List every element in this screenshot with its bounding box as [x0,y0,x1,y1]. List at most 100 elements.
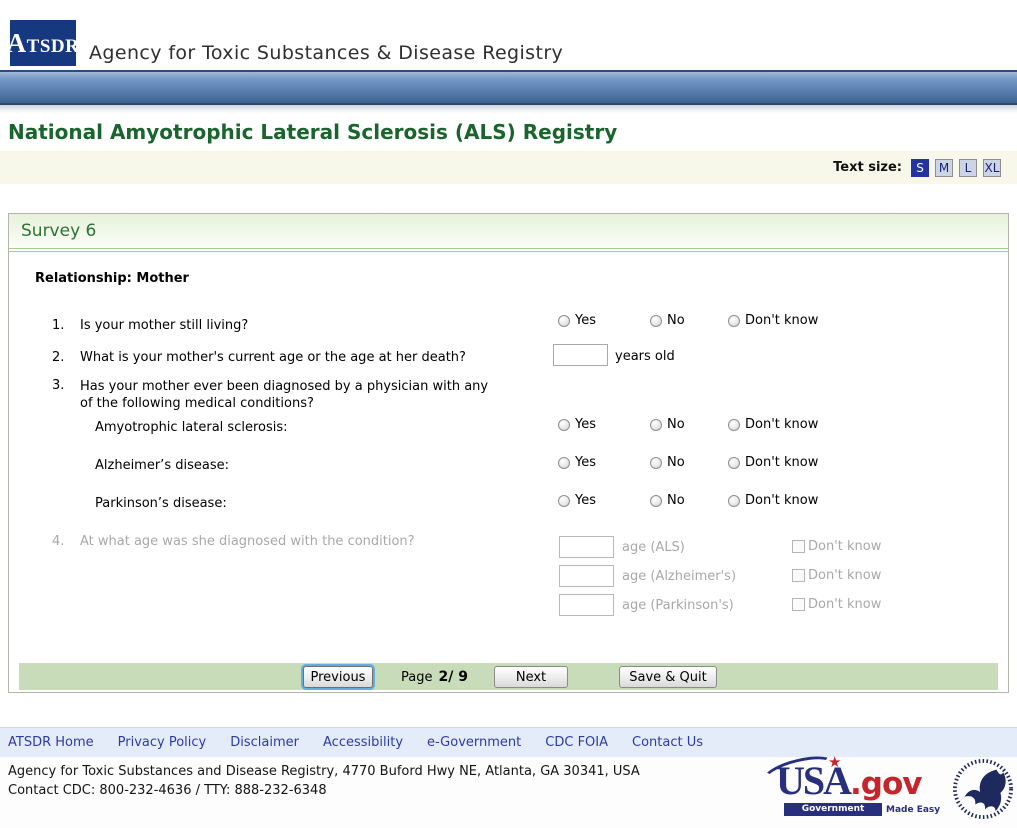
condition-parkinsons-label: Parkinson’s disease: [95,496,227,511]
text-size-xlarge-button[interactable]: XL [983,158,1001,177]
alzheimers-option-no[interactable]: No [650,455,685,470]
atsdr-logo-text: ATSDR [6,27,80,58]
relationship-label: Relationship: Mother [35,271,189,286]
usagov-gov-text: .gov [850,766,922,802]
radio-label: Yes [575,455,596,470]
title-row: National Amyotrophic Lateral Sclerosis (… [0,113,1017,151]
footer-links-bar: ATSDR Home Privacy Policy Disclaimer Acc… [0,727,1017,757]
checkbox-icon [792,598,805,611]
checkbox-label: Don't know [808,597,882,612]
condition-alzheimers-label: Alzheimer’s disease: [95,458,229,473]
question-1-text: Is your mother still living? [80,318,249,333]
age-parkinsons-row: age (Parkinson's) Don't know [9,594,1008,620]
age-als-row: age (ALS) Don't know [9,536,1008,562]
text-size-large-button[interactable]: L [959,158,977,177]
survey-header: Survey 6 [9,214,1008,248]
usagov-tagline-government: Government [784,803,882,816]
checkbox-icon [792,540,805,553]
q1-option-no[interactable]: No [650,313,685,328]
question-1-row: 1. Is your mother still living? Yes No D… [9,312,1008,338]
radio-label: Don't know [745,313,819,328]
als-dont-know-checkbox: Don't know [792,539,881,554]
question-2-row: 2. What is your mother's current age or … [9,344,1008,370]
radio-label: No [667,455,685,470]
page-indicator: Page 2/ 9 [401,669,468,685]
radio-icon[interactable] [650,418,662,431]
als-option-no[interactable]: No [650,417,685,432]
usagov-usa-text: USA [776,758,852,803]
survey-heading: Survey 6 [21,221,97,241]
page: ATSDR Agency for Toxic Substances & Dise… [0,0,1017,828]
als-option-yes[interactable]: Yes [558,417,596,432]
page-label: Page [401,670,433,685]
footer-info: Agency for Toxic Substances and Disease … [0,750,1017,828]
age-alzheimers-label: age (Alzheimer's) [622,569,737,584]
radio-label: Don't know [745,455,819,470]
radio-icon[interactable] [650,494,662,507]
checkbox-label: Don't know [808,568,882,583]
als-option-dont-know[interactable]: Don't know [728,417,818,432]
footer-link-contact-us[interactable]: Contact Us [632,735,703,750]
radio-icon[interactable] [650,456,662,469]
alzheimers-option-yes[interactable]: Yes [558,455,596,470]
age-parkinsons-input [559,594,614,616]
radio-label: No [667,417,685,432]
alzheimers-option-dont-know[interactable]: Don't know [728,455,818,470]
years-old-label: years old [615,349,675,364]
radio-label: Yes [575,313,596,328]
radio-icon[interactable] [728,418,740,431]
parkinsons-option-yes[interactable]: Yes [558,493,596,508]
save-quit-button[interactable]: Save & Quit [619,666,717,688]
radio-icon[interactable] [558,314,570,327]
survey-body: Relationship: Mother 1. Is your mother s… [9,252,1008,692]
age-als-input [559,536,614,558]
footer-link-accessibility[interactable]: Accessibility [323,735,403,750]
radio-label: Yes [575,417,596,432]
footer-link-privacy-policy[interactable]: Privacy Policy [118,735,207,750]
mother-age-input[interactable] [553,344,608,366]
parkinsons-option-no[interactable]: No [650,493,685,508]
footer-link-atsdr-home[interactable]: ATSDR Home [8,735,94,750]
text-size-medium-button[interactable]: M [935,158,953,177]
radio-icon[interactable] [650,314,662,327]
radio-icon[interactable] [558,494,570,507]
header-shadow-divider [0,105,1017,113]
site-header: ATSDR Agency for Toxic Substances & Dise… [0,0,1017,70]
radio-icon[interactable] [558,418,570,431]
page-title: National Amyotrophic Lateral Sclerosis (… [8,120,618,144]
footer-link-egovernment[interactable]: e-Government [427,735,521,750]
checkbox-label: Don't know [808,539,882,554]
footer-link-disclaimer[interactable]: Disclaimer [230,735,299,750]
radio-icon[interactable] [558,456,570,469]
radio-label: No [667,313,685,328]
radio-label: Don't know [745,493,819,508]
question-2-text: What is your mother's current age or the… [80,350,466,365]
previous-button[interactable]: Previous [303,666,373,688]
q1-option-dont-know[interactable]: Don't know [728,313,818,328]
radio-icon[interactable] [728,494,740,507]
condition-als-row: Amyotrophic lateral sclerosis: Yes No Do… [9,416,1008,442]
radio-icon[interactable] [728,456,740,469]
atsdr-logo[interactable]: ATSDR [7,20,79,66]
hhs-logo[interactable] [952,758,1014,820]
question-3-text: Has your mother ever been diagnosed by a… [80,379,489,411]
survey-panel: Survey 6 Relationship: Mother 1. Is your… [8,213,1009,693]
next-button[interactable]: Next [494,666,568,688]
parkinsons-option-dont-know[interactable]: Don't know [728,493,818,508]
header-blue-bar [0,70,1017,105]
usagov-wordmark: USA.gov [776,757,923,804]
text-size-small-button[interactable]: S [911,158,929,177]
usagov-logo[interactable]: ★ USA.gov Government Made Easy [759,750,965,821]
age-alzheimers-input [559,565,614,587]
radio-icon[interactable] [728,314,740,327]
page-value: 2/ 9 [438,669,468,685]
footer-contact: Contact CDC: 800-232-4636 / TTY: 888-232… [8,783,327,798]
alzheimers-dont-know-checkbox: Don't know [792,568,881,583]
question-3-row: 3. Has your mother ever been diagnosed b… [9,378,1008,414]
radio-label: Don't know [745,417,819,432]
footer-link-cdc-foia[interactable]: CDC FOIA [545,735,608,750]
survey-nav-bar: Previous Page 2/ 9 Next Save & Quit [19,663,998,690]
usagov-tagline-made-easy: Made Easy [886,805,941,815]
q1-option-yes[interactable]: Yes [558,313,596,328]
question-2-number: 2. [52,350,65,365]
